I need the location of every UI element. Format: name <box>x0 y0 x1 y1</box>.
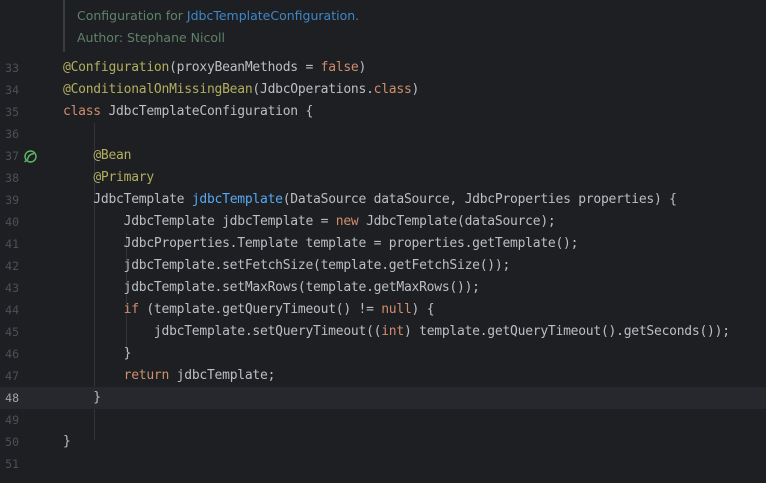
line-number: 33 <box>5 61 19 75</box>
line-number: 37 <box>5 149 19 163</box>
code-token: null <box>381 302 412 317</box>
code-text: JdbcProperties.Template template = prope… <box>63 233 579 255</box>
code-editor[interactable]: Configuration for JdbcTemplateConfigurat… <box>0 0 766 483</box>
code-line[interactable]: 38 @Primary <box>0 167 766 189</box>
line-number: 46 <box>5 347 19 361</box>
code-text: class JdbcTemplateConfiguration { <box>63 101 313 123</box>
code-line[interactable]: 37 @Bean <box>0 145 766 167</box>
code-text: jdbcTemplate.setQueryTimeout((int) templ… <box>63 321 730 343</box>
line-number: 42 <box>5 259 19 273</box>
code-token: @Bean <box>93 148 132 163</box>
code-line[interactable]: 44 if (template.getQueryTimeout() != nul… <box>0 299 766 321</box>
code-token: JdbcProperties.Template template = prope… <box>63 236 579 251</box>
code-line[interactable]: 45 jdbcTemplate.setQueryTimeout((int) te… <box>0 321 766 343</box>
code-text: @Configuration(proxyBeanMethods = false) <box>63 57 366 79</box>
line-number: 38 <box>5 171 19 185</box>
code-token: (JdbcOperations. <box>252 82 374 97</box>
line-number: 39 <box>5 193 19 207</box>
code-line[interactable]: 46 } <box>0 343 766 365</box>
code-token: return <box>123 368 170 383</box>
code-token: ) template.getQueryTimeout().getSeconds(… <box>403 324 730 339</box>
code-token: @Configuration <box>63 60 170 75</box>
code-text: } <box>63 431 71 453</box>
code-token: } <box>63 390 101 405</box>
code-line[interactable]: 39 JdbcTemplate jdbcTemplate(DataSource … <box>0 189 766 211</box>
line-number: 34 <box>5 83 19 97</box>
code-line[interactable]: 41 JdbcProperties.Template template = pr… <box>0 233 766 255</box>
code-token: ) <box>358 60 367 75</box>
javadoc-class-link[interactable]: JdbcTemplateConfiguration <box>187 8 355 23</box>
code-token: @ConditionalOnMissingBean <box>63 82 253 97</box>
code-token: (proxyBeanMethods = <box>169 60 321 75</box>
bean-icon[interactable] <box>23 149 38 164</box>
line-number: 36 <box>5 127 19 141</box>
code-token: jdbcTemplate <box>191 192 283 207</box>
code-line[interactable]: 47 return jdbcTemplate; <box>0 365 766 387</box>
code-token: JdbcTemplate <box>63 192 192 207</box>
line-number: 41 <box>5 237 19 251</box>
line-number: 45 <box>5 325 19 339</box>
code-token: jdbcTemplate.setMaxRows(template.getMaxR… <box>63 280 480 295</box>
javadoc-prefix: Configuration for <box>77 8 187 23</box>
code-text: jdbcTemplate.setMaxRows(template.getMaxR… <box>63 277 480 299</box>
code-text: @Primary <box>63 167 154 189</box>
line-number: 35 <box>5 105 19 119</box>
code-text: JdbcTemplate jdbcTemplate(DataSource dat… <box>63 189 677 211</box>
code-text: } <box>63 387 101 409</box>
code-token: jdbcTemplate.setFetchSize(template.getFe… <box>63 258 511 273</box>
code-text: JdbcTemplate jdbcTemplate = new JdbcTemp… <box>63 211 556 233</box>
javadoc-author: Author: Stephane Nicoll <box>77 30 225 45</box>
code-line[interactable]: 35 class JdbcTemplateConfiguration { <box>0 101 766 123</box>
code-token: if <box>123 302 139 317</box>
code-token: ) { <box>411 302 435 317</box>
code-token: (DataSource dataSource, JdbcProperties p… <box>282 192 677 207</box>
code-text: @ConditionalOnMissingBean(JdbcOperations… <box>63 79 419 101</box>
code-line[interactable]: 42 jdbcTemplate.setFetchSize(template.ge… <box>0 255 766 277</box>
code-token: int <box>381 324 404 339</box>
code-token: false <box>320 60 359 75</box>
code-text: if (template.getQueryTimeout() != null) … <box>63 299 435 321</box>
code-line[interactable]: 34 @ConditionalOnMissingBean(JdbcOperatio… <box>0 79 766 101</box>
code-token: JdbcTemplate jdbcTemplate = <box>63 214 336 229</box>
line-number: 44 <box>5 303 19 317</box>
line-number: 43 <box>5 281 19 295</box>
line-number: 47 <box>5 369 19 383</box>
code-token: class <box>63 104 101 119</box>
code-line[interactable]: 36 <box>0 123 766 145</box>
code-token: (template.getQueryTimeout() != <box>138 302 382 317</box>
line-number: 49 <box>5 413 19 427</box>
code-line[interactable]: 49 <box>0 409 766 431</box>
code-token: } <box>63 346 132 361</box>
code-text: } <box>63 343 132 365</box>
javadoc-suffix: . <box>355 8 360 23</box>
line-number: 40 <box>5 215 19 229</box>
javadoc-description: Configuration for JdbcTemplateConfigurat… <box>77 5 359 27</box>
line-number: 50 <box>5 435 19 449</box>
code-token: ) <box>411 82 420 97</box>
code-token: JdbcTemplateConfiguration { <box>100 104 314 119</box>
code-text: return jdbcTemplate; <box>63 365 276 387</box>
code-token: new <box>335 214 359 229</box>
line-number: 51 <box>5 457 19 471</box>
code-line[interactable]: 43 jdbcTemplate.setMaxRows(template.getM… <box>0 277 766 299</box>
line-number: 48 <box>5 391 19 405</box>
code-line[interactable]: 50} <box>0 431 766 453</box>
code-token: } <box>63 434 71 449</box>
rendered-javadoc: Configuration for JdbcTemplateConfigurat… <box>63 0 766 52</box>
code-line[interactable]: 48 } <box>0 387 766 409</box>
code-token: @Primary <box>93 170 154 185</box>
code-text: @Bean <box>63 145 131 167</box>
code-token: jdbcTemplate.setQueryTimeout(( <box>63 324 382 339</box>
code-line[interactable]: 51 <box>0 453 766 475</box>
code-text: jdbcTemplate.setFetchSize(template.getFe… <box>63 255 511 277</box>
code-token: jdbcTemplate; <box>169 368 276 383</box>
code-line[interactable]: 40 JdbcTemplate jdbcTemplate = new JdbcT… <box>0 211 766 233</box>
code-line[interactable]: 33 @Configuration(proxyBeanMethods = fals… <box>0 57 766 79</box>
code-token: JdbcTemplate(dataSource); <box>358 214 556 229</box>
code-token: class <box>373 82 412 97</box>
